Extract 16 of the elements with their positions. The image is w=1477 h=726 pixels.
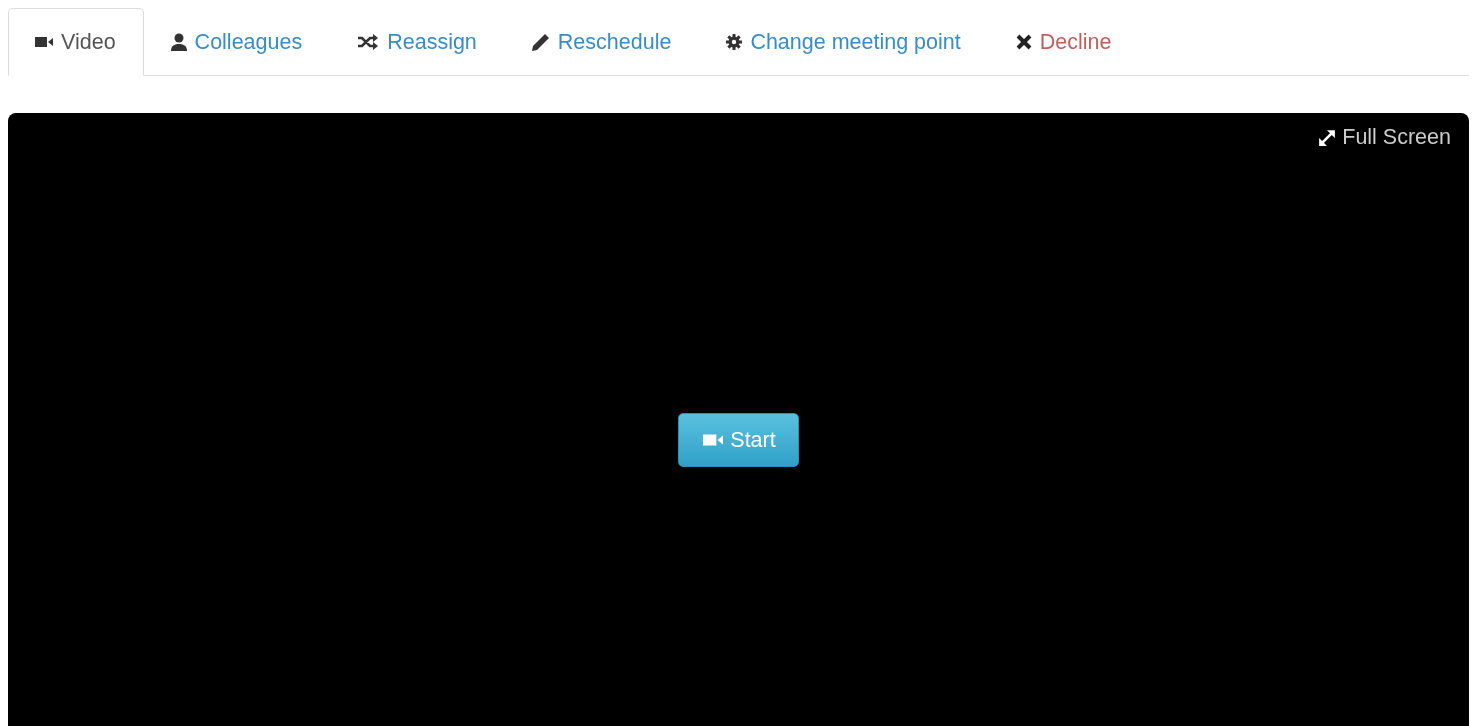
tab[interactable]: Video [8,8,144,76]
gear-icon [726,34,743,50]
video-camera-icon [703,433,724,447]
video-camera-icon [35,36,53,48]
person-icon [170,33,187,51]
tab[interactable]: Reassign [330,8,505,76]
full-screen-button[interactable]: Full Screen [1318,125,1451,150]
pencil-icon [531,33,550,51]
tab[interactable]: Reschedule [504,8,700,76]
tab[interactable]: Change meeting point [699,8,989,76]
tab[interactable]: Decline [988,8,1140,76]
tab[interactable]: Colleagues [143,8,331,76]
expand-icon [1318,128,1337,147]
shuffle-icon [357,34,380,50]
start-button[interactable]: Start [678,413,799,467]
close-icon [1015,34,1032,50]
